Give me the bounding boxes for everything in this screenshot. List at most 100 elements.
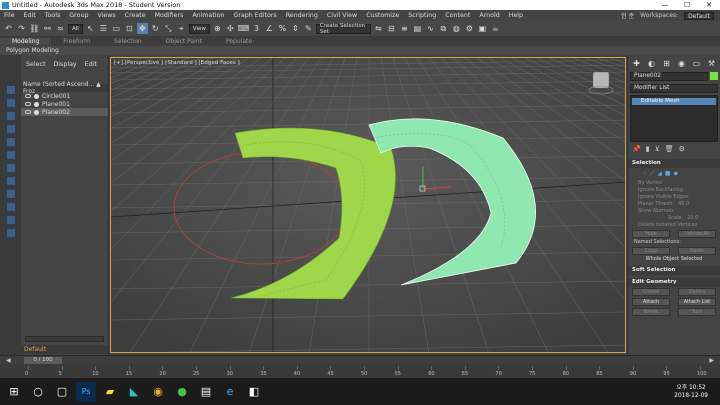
task-view-icon[interactable]: ▢ [52, 382, 72, 402]
curve-editor-icon[interactable]: ∿ [425, 23, 436, 34]
track-bar[interactable]: 0 5 10 15 20 25 30 35 40 45 50 55 60 65 70 75 80 85 90 95 10… [0, 364, 720, 378]
list-item[interactable]: Plane002 [21, 108, 108, 116]
close-button[interactable]: ✕ [698, 1, 720, 9]
menu-rendering[interactable]: Rendering [286, 12, 318, 19]
display-none-icon[interactable] [5, 228, 16, 238]
schematic-view-icon[interactable]: ⧉ [438, 23, 449, 34]
undo-icon[interactable]: ↶ [3, 23, 14, 34]
display-tab-icon[interactable]: ▭ [691, 59, 702, 68]
bind-space-warp-icon[interactable]: ≈ [55, 23, 66, 34]
display-all-icon[interactable] [5, 215, 16, 225]
material-editor-icon[interactable]: ◍ [451, 23, 462, 34]
user-account[interactable]: 한 준 [621, 11, 634, 20]
tab-object-paint[interactable]: Object Paint [154, 38, 214, 45]
percent-snap-icon[interactable]: % [277, 23, 288, 34]
motion-tab-icon[interactable]: ◉ [676, 59, 687, 68]
app-icon[interactable]: ◧ [244, 382, 264, 402]
sticky-notes-icon[interactable]: ▤ [196, 382, 216, 402]
edit-named-sets-icon[interactable]: ✎ [303, 23, 314, 34]
hierarchy-tab-icon[interactable]: ⊞ [661, 59, 672, 68]
tab-freeform[interactable]: Freeform [51, 38, 102, 45]
time-slider[interactable]: 0 / 100 [24, 357, 62, 364]
select-rotate-icon[interactable]: ↻ [150, 23, 161, 34]
spinner-snap-icon[interactable]: ⇕ [290, 23, 301, 34]
angle-snap-icon[interactable]: ∠ [264, 23, 275, 34]
perspective-viewport[interactable]: [+] [Perspective ] [Standard ] [Edged Fa… [110, 57, 626, 353]
attach-button[interactable]: Attach [632, 298, 670, 306]
explorer-menu-select[interactable]: Select [26, 61, 45, 68]
window-crossing-icon[interactable]: ⊡ [124, 23, 135, 34]
pivot-center-icon[interactable]: ⊕ [212, 23, 223, 34]
menu-file[interactable]: File [4, 12, 15, 19]
element-icon[interactable]: ◆ [674, 170, 679, 178]
selection-filter-dropdown[interactable]: All [68, 23, 83, 34]
show-end-result-icon[interactable]: ▮ [646, 145, 650, 153]
object-color-swatch[interactable] [710, 72, 718, 80]
toggle-ribbon-icon[interactable]: ▤ [412, 23, 423, 34]
polygon-icon[interactable]: ■ [665, 170, 671, 178]
menu-tools[interactable]: Tools [45, 12, 61, 19]
menu-content[interactable]: Content [445, 12, 470, 19]
taskbar-date[interactable]: 2018-12-09 [674, 392, 708, 400]
layer-default[interactable]: Default [21, 345, 108, 354]
tab-modeling[interactable]: Modeling [0, 38, 52, 45]
menu-create[interactable]: Create [125, 12, 146, 19]
attach-list-button[interactable]: Attach List [678, 298, 716, 306]
make-unique-icon[interactable]: ⊻ [655, 145, 660, 153]
menu-group[interactable]: Group [69, 12, 88, 19]
keyboard-shortcut-icon[interactable]: ⌨ [238, 23, 250, 34]
hide-button[interactable]: Hide [632, 230, 670, 238]
display-bones-icon[interactable] [5, 202, 16, 212]
windows-start-icon[interactable]: ⊞ [4, 382, 24, 402]
menu-customize[interactable]: Customize [366, 12, 399, 19]
face-icon[interactable]: ◢ [657, 170, 662, 178]
named-selection-set-dropdown[interactable]: Create Selection Set [315, 23, 371, 35]
modify-tab-icon[interactable]: ◐ [646, 59, 657, 68]
menu-modifiers[interactable]: Modifiers [155, 12, 184, 19]
photoshop-icon[interactable]: Ps [76, 381, 96, 402]
layer-explorer-icon[interactable]: ≡ [399, 23, 410, 34]
3dsmax-icon[interactable]: ◣ [124, 382, 144, 402]
reference-coord-dropdown[interactable]: View [188, 23, 210, 34]
break-button[interactable]: Break [632, 308, 670, 316]
display-groups-icon[interactable] [5, 176, 16, 186]
rollout-edit-geometry[interactable]: Edit Geometry [628, 278, 720, 287]
copy-button[interactable]: Copy [632, 247, 670, 255]
visibility-eye-icon[interactable] [25, 94, 31, 98]
select-manipulate-icon[interactable]: ✣ [225, 23, 236, 34]
horizontal-scrollbar[interactable] [25, 336, 104, 342]
slider-next-icon[interactable]: ▶ [709, 357, 714, 364]
tab-selection[interactable]: Selection [102, 38, 154, 45]
visibility-eye-icon[interactable] [25, 110, 31, 114]
display-cameras-icon[interactable] [5, 137, 16, 147]
place-icon[interactable]: ⌖ [176, 23, 187, 34]
menu-animation[interactable]: Animation [192, 12, 224, 19]
menu-scripting[interactable]: Scripting [408, 12, 436, 19]
ignore-visible-edges-checkbox[interactable]: Ignore Visible Edges [628, 194, 720, 201]
rect-selection-icon[interactable]: ▭ [111, 23, 122, 34]
maximize-button[interactable]: ☐ [676, 1, 698, 9]
explorer-column-header[interactable]: Name (Sorted Ascend... ▲ Froz [21, 81, 108, 95]
display-spacewarps-icon[interactable] [5, 163, 16, 173]
redo-icon[interactable]: ↷ [16, 23, 27, 34]
explorer-menu-edit[interactable]: Edit [85, 61, 97, 68]
modifier-list-dropdown[interactable]: Modifier List [630, 84, 718, 93]
unlink-icon[interactable]: ⚯ [42, 23, 53, 34]
edge-icon[interactable]: ⟋ [650, 170, 654, 178]
display-shapes-icon[interactable] [5, 111, 16, 121]
menu-graph-editors[interactable]: Graph Editors [233, 12, 276, 19]
display-helpers-icon[interactable] [5, 150, 16, 160]
unhide-all-button[interactable]: Unhide All [678, 230, 716, 238]
delete-button[interactable]: Delete [678, 288, 716, 296]
pin-stack-icon[interactable]: 📌 [632, 145, 641, 153]
show-normals-checkbox[interactable]: Show Normals [628, 208, 720, 215]
align-icon[interactable]: ⊟ [386, 23, 397, 34]
create-button[interactable]: Create [632, 288, 670, 296]
list-item[interactable]: Plane001 [21, 100, 108, 108]
vertex-icon[interactable]: ⁘ [642, 170, 647, 178]
turn-button[interactable]: Turn [678, 308, 716, 316]
object-name-field[interactable]: Plane002 [630, 72, 708, 81]
menu-help[interactable]: Help [509, 12, 523, 19]
mirror-icon[interactable]: ⇋ [373, 23, 384, 34]
remove-modifier-icon[interactable]: 🗑 [665, 145, 674, 153]
